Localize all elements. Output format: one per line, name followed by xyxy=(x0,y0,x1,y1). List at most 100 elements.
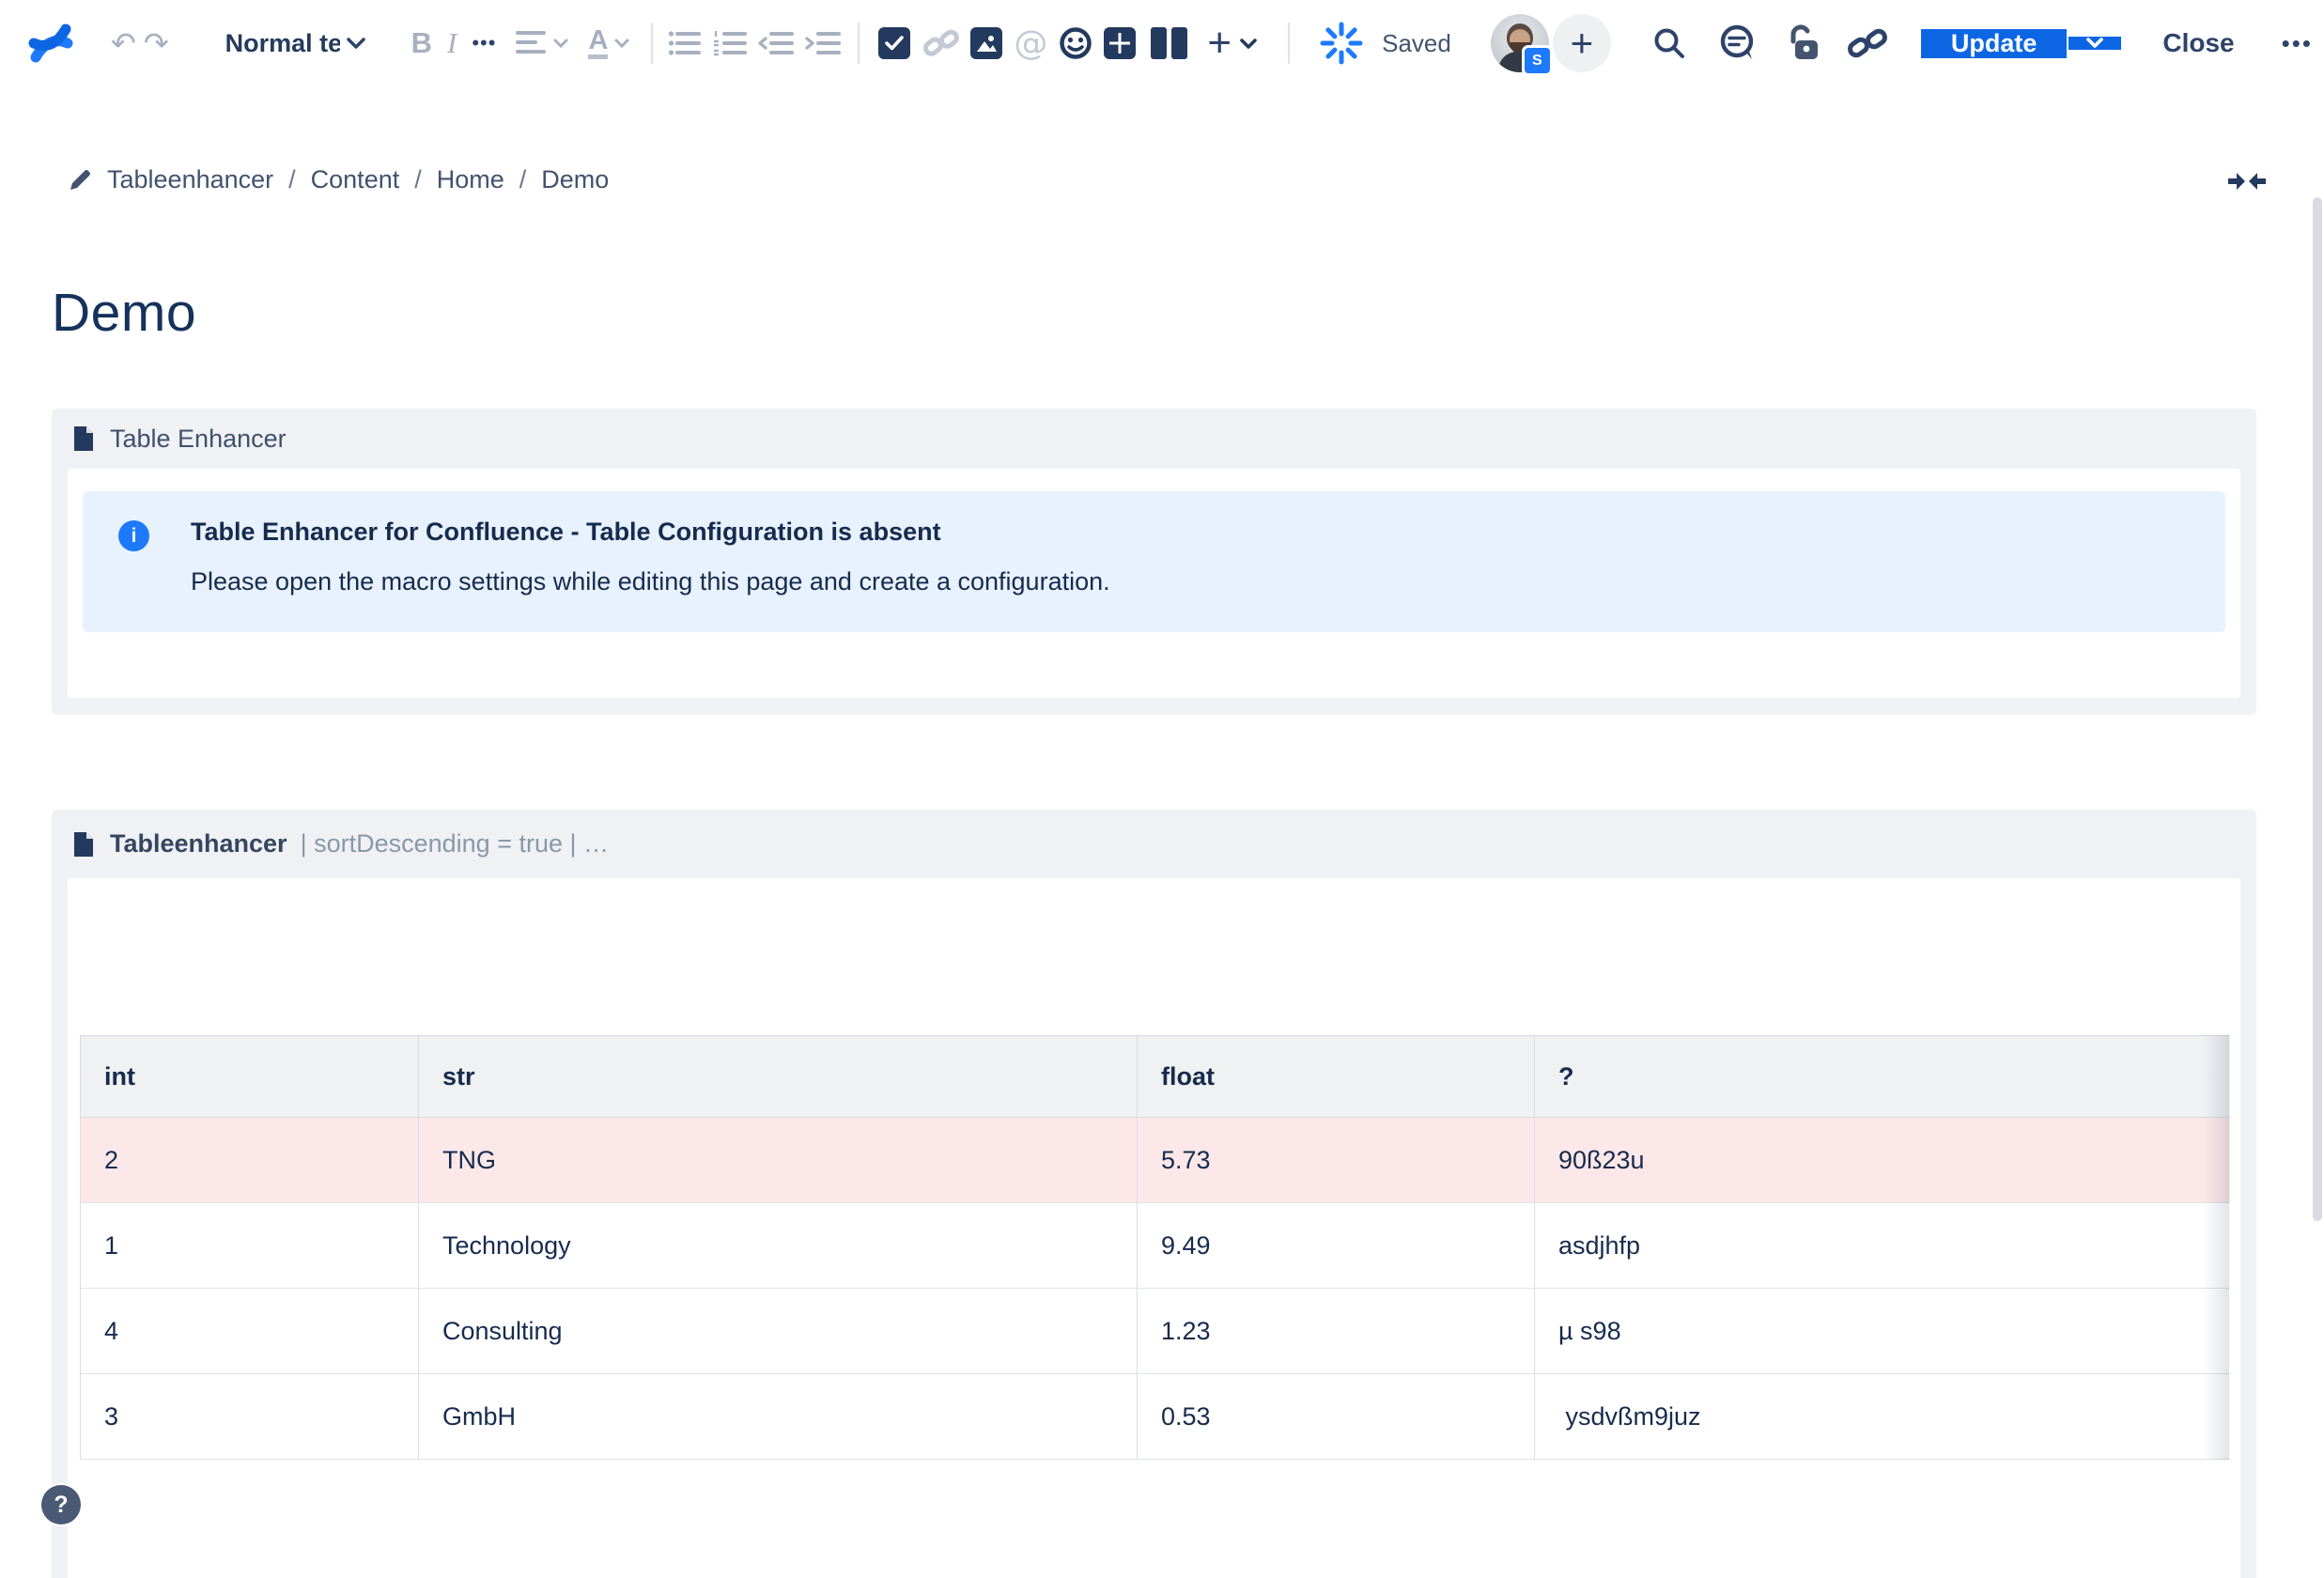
table-header-row: int str float ? xyxy=(81,1036,2230,1118)
breadcrumb: Tableenhancer / Content / Home / Demo xyxy=(68,165,609,194)
insert-more-icon[interactable]: + xyxy=(1207,20,1232,67)
collapse-width-icon[interactable] xyxy=(2226,169,2268,193)
breadcrumb-item-content[interactable]: Content xyxy=(311,165,400,194)
save-status: Saved xyxy=(1382,29,1451,58)
text-color-dropdown[interactable]: A xyxy=(588,27,630,59)
outdent-icon[interactable] xyxy=(758,29,794,57)
text-style-dropdown[interactable]: Normal text xyxy=(225,29,366,58)
avatar[interactable]: S xyxy=(1491,14,1549,72)
edit-pencil-icon xyxy=(68,168,92,193)
cell: 90ß23u xyxy=(1535,1118,2230,1203)
mention-icon[interactable]: @ xyxy=(1014,24,1047,63)
editor-toolbar: ↶ ↷ Normal text B I ••• A xyxy=(0,0,2324,86)
toolbar-divider xyxy=(1288,23,1290,64)
info-panel-body: Please open the macro settings while edi… xyxy=(191,567,1110,596)
info-icon: i xyxy=(118,520,149,551)
column-header-float[interactable]: float xyxy=(1138,1036,1535,1118)
cell: 1.23 xyxy=(1138,1289,1535,1374)
update-options-button[interactable] xyxy=(2067,37,2121,50)
chevron-down-icon xyxy=(2084,37,2105,50)
cell: 3 xyxy=(81,1374,419,1460)
data-table: int str float ? 2 TNG 5.73 90ß23u xyxy=(80,1035,2230,1460)
search-icon[interactable] xyxy=(1652,26,1686,60)
table-row[interactable]: 1 Technology 9.49 asdjhfp xyxy=(81,1203,2230,1289)
insert-image-icon[interactable] xyxy=(970,27,1002,59)
comments-icon[interactable] xyxy=(1718,24,1758,62)
page-title[interactable]: Demo xyxy=(52,282,196,344)
saving-spinner-icon xyxy=(1320,22,1363,65)
cell: GmbH xyxy=(419,1374,1138,1460)
document-icon xyxy=(72,425,95,453)
cell: asdjhfp xyxy=(1535,1203,2230,1289)
column-header-str[interactable]: str xyxy=(419,1036,1138,1118)
cell: 5.73 xyxy=(1138,1118,1535,1203)
more-options-icon[interactable]: ••• xyxy=(2282,29,2313,58)
insert-chevron-icon[interactable] xyxy=(1239,38,1258,50)
avatar-status-badge: S xyxy=(1522,45,1553,76)
insert-table-icon[interactable] xyxy=(1104,27,1136,59)
macro-header: Table Enhancer xyxy=(52,409,2256,469)
table-row[interactable]: 3 GmbH 0.53 ysdvßm9juz xyxy=(81,1374,2230,1460)
column-header-int[interactable]: int xyxy=(81,1036,419,1118)
table-row[interactable]: 2 TNG 5.73 90ß23u xyxy=(81,1118,2230,1203)
document-icon xyxy=(72,830,95,859)
cell: 4 xyxy=(81,1289,419,1374)
chevron-down-icon xyxy=(552,38,569,49)
toolbar-divider xyxy=(651,23,653,64)
cell: Consulting xyxy=(419,1289,1138,1374)
cell: 9.49 xyxy=(1138,1203,1535,1289)
redo-icon[interactable]: ↷ xyxy=(144,25,169,61)
text-style-label: Normal text xyxy=(225,29,340,58)
emoji-icon[interactable] xyxy=(1059,26,1092,60)
link-icon[interactable] xyxy=(923,27,959,59)
macro-body: int str float ? 2 TNG 5.73 90ß23u xyxy=(68,878,2240,1578)
vertical-scrollbar[interactable] xyxy=(2313,197,2322,1221)
cell: µ s98 xyxy=(1535,1289,2230,1374)
cell: ysdvßm9juz xyxy=(1535,1374,2230,1460)
confluence-logo-icon[interactable] xyxy=(28,21,73,66)
cell: 0.53 xyxy=(1138,1374,1535,1460)
copy-link-icon[interactable] xyxy=(1848,26,1887,60)
macro-tableenhancer[interactable]: Tableenhancer | sortDescending = true | … xyxy=(52,810,2256,1578)
info-panel: i Table Enhancer for Confluence - Table … xyxy=(83,491,2225,632)
breadcrumb-separator: / xyxy=(288,165,296,194)
cell: 2 xyxy=(81,1118,419,1203)
macro-title: Tableenhancer xyxy=(110,829,287,859)
macro-table-enhancer[interactable]: Table Enhancer i Table Enhancer for Conf… xyxy=(52,409,2256,715)
cell: TNG xyxy=(419,1118,1138,1203)
update-button[interactable]: Update xyxy=(1921,29,2068,58)
column-header-q[interactable]: ? xyxy=(1535,1036,2230,1118)
task-checkbox-icon[interactable] xyxy=(878,27,910,59)
cell: 1 xyxy=(81,1203,419,1289)
align-icon xyxy=(515,29,547,57)
help-button[interactable]: ? xyxy=(41,1485,81,1524)
indent-icon[interactable] xyxy=(805,29,841,57)
toolbar-divider xyxy=(858,23,860,64)
close-button[interactable]: Close xyxy=(2162,28,2234,58)
layouts-icon[interactable] xyxy=(1149,25,1190,61)
bullet-list-icon[interactable] xyxy=(668,29,702,57)
text-align-dropdown[interactable] xyxy=(515,29,569,57)
text-color-icon: A xyxy=(588,27,608,59)
unlock-icon[interactable] xyxy=(1786,24,1821,62)
chevron-down-icon xyxy=(613,38,630,49)
confluence-editor-window: ↶ ↷ Normal text B I ••• A xyxy=(0,0,2324,1578)
bold-icon[interactable]: B xyxy=(411,26,432,60)
table-row[interactable]: 4 Consulting 1.23 µ s98 xyxy=(81,1289,2230,1374)
numbered-list-icon[interactable] xyxy=(713,29,747,57)
breadcrumb-item-demo[interactable]: Demo xyxy=(541,165,609,194)
breadcrumb-item-space[interactable]: Tableenhancer xyxy=(107,165,273,194)
macro-title: Table Enhancer xyxy=(110,425,287,454)
macro-header: Tableenhancer | sortDescending = true | … xyxy=(52,810,2256,878)
undo-icon[interactable]: ↶ xyxy=(111,25,136,61)
breadcrumb-separator: / xyxy=(414,165,422,194)
more-formatting-icon[interactable]: ••• xyxy=(472,31,496,55)
add-people-button[interactable]: + xyxy=(1553,14,1611,72)
macro-body: i Table Enhancer for Confluence - Table … xyxy=(68,469,2240,698)
data-table-container: int str float ? 2 TNG 5.73 90ß23u xyxy=(80,1035,2229,1460)
plus-icon: + xyxy=(1571,21,1594,66)
italic-icon[interactable]: I xyxy=(447,26,457,60)
breadcrumb-item-home[interactable]: Home xyxy=(437,165,504,194)
chevron-down-icon xyxy=(346,37,366,50)
macro-params: | sortDescending = true | … xyxy=(301,829,609,859)
